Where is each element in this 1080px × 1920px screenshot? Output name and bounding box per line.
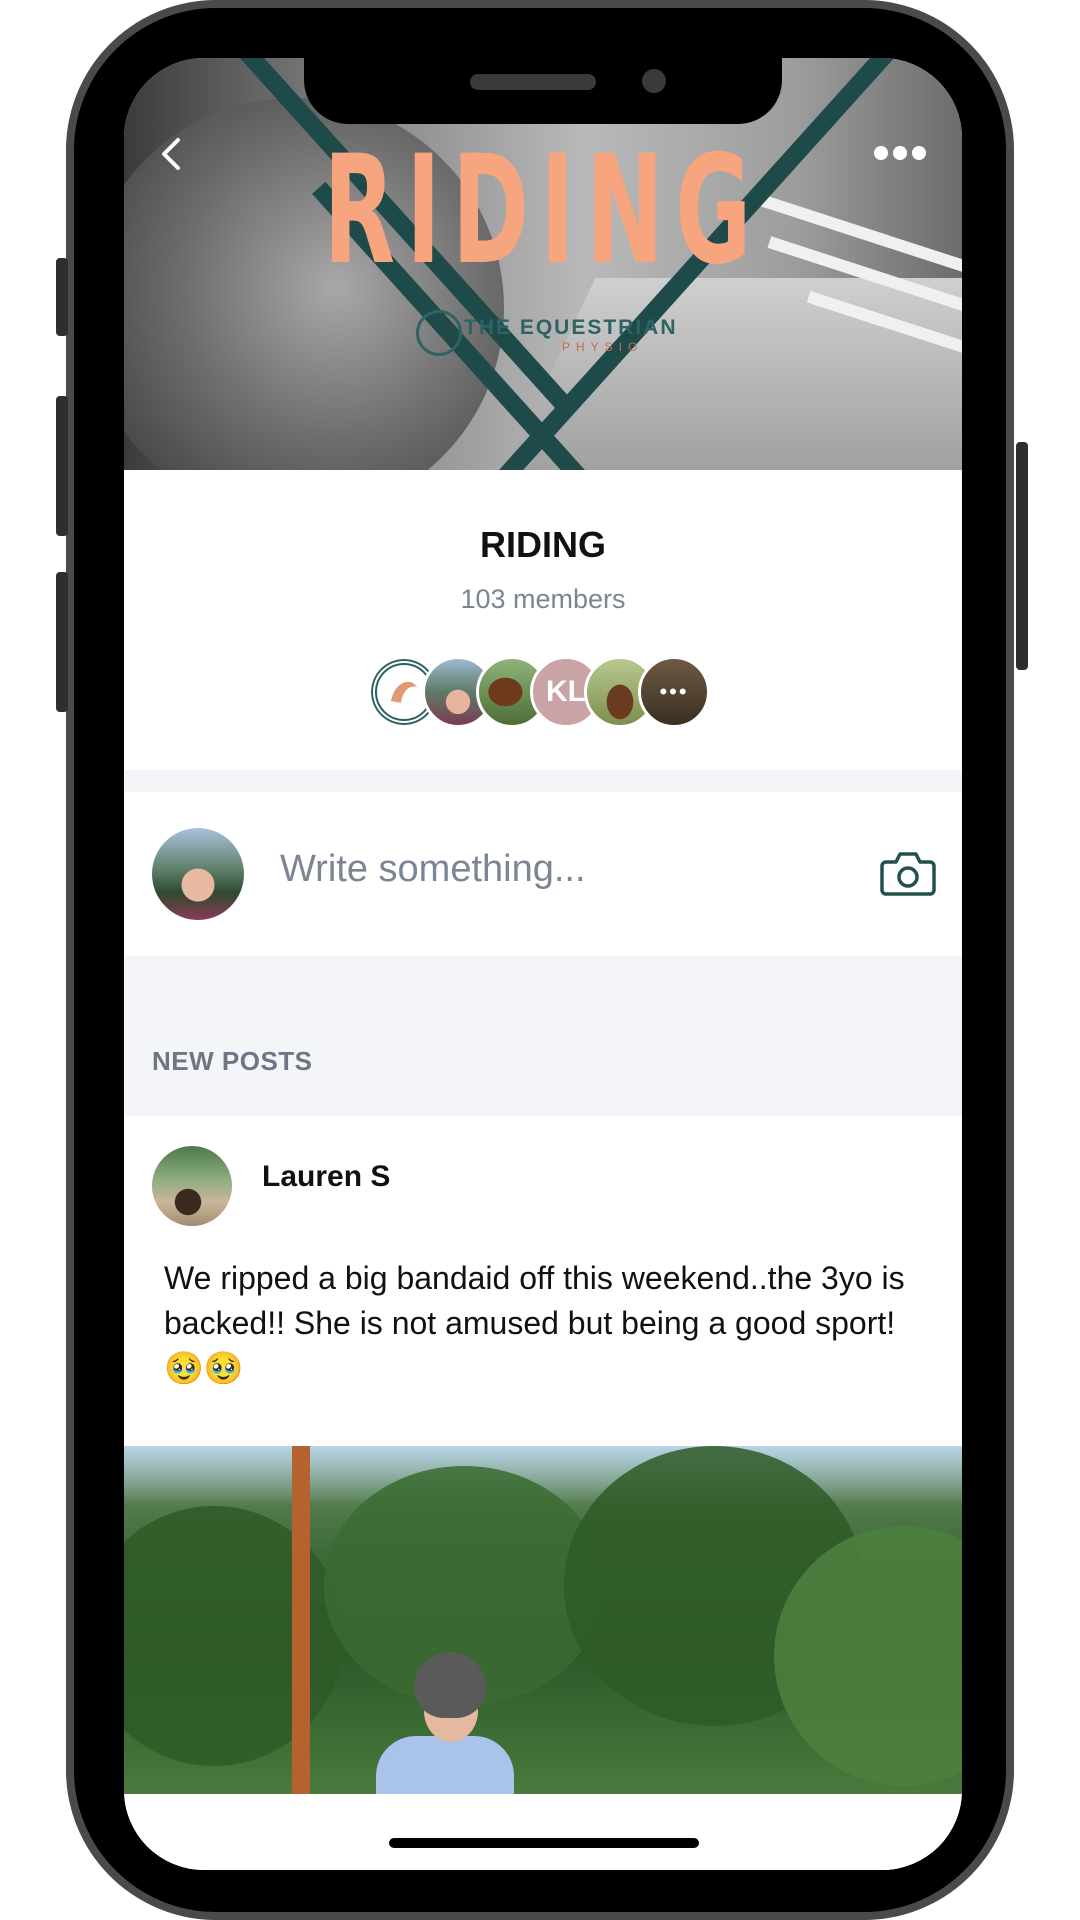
home-indicator[interactable] [389,1838,699,1848]
cover-arena-photo [492,278,962,470]
feed-header-background [124,956,962,1116]
volume-up-button [56,396,68,536]
photo-pole [292,1446,310,1794]
power-button [1016,442,1028,670]
section-separator [124,770,962,792]
back-chevron-icon[interactable] [152,134,192,174]
post-photo[interactable] [124,1446,962,1794]
dot [893,146,907,160]
speaker-grille [470,74,596,90]
app-screen: RIDING THE EQUESTRIAN PHYSIO RIDING 103 … [124,58,962,1870]
current-user-avatar [152,828,244,920]
mute-switch [56,258,68,336]
post-body-text: We ripped a big bandaid off this weekend… [164,1260,905,1386]
brand-logo-icon [416,310,462,356]
more-options-icon[interactable] [874,146,934,166]
post-author-avatar[interactable] [152,1146,232,1226]
camera-icon[interactable] [880,848,936,898]
post-composer[interactable]: Write something... [124,792,962,956]
photo-tree [124,1506,344,1766]
avatar-initials-text: KL [546,675,586,708]
more-members-avatar[interactable]: ••• [638,656,710,728]
member-avatars[interactable]: KL ••• [368,656,728,732]
more-members-icon: ••• [659,679,689,704]
photo-rider-helmet [414,1652,486,1718]
cover-brand-subtitle: PHYSIO [562,340,644,354]
feed-post[interactable]: Lauren S We ripped a big bandaid off thi… [124,1116,962,1870]
photo-rider-shirt [376,1736,514,1794]
front-camera [642,69,666,93]
cover-brand-name: THE EQUESTRIAN [464,316,678,339]
home-bar-area [124,1800,962,1870]
cover-title: RIDING [323,124,763,298]
notch [304,58,782,124]
volume-down-button [56,572,68,712]
write-post-input[interactable]: Write something... [280,848,586,891]
new-posts-label: NEW POSTS [152,1046,313,1076]
group-header: RIDING 103 members KL ••• [124,470,962,770]
member-count[interactable]: 103 members [124,584,962,615]
dot [874,146,888,160]
group-name: RIDING [480,524,606,565]
dot [912,146,926,160]
post-author-name[interactable]: Lauren S [262,1160,390,1194]
